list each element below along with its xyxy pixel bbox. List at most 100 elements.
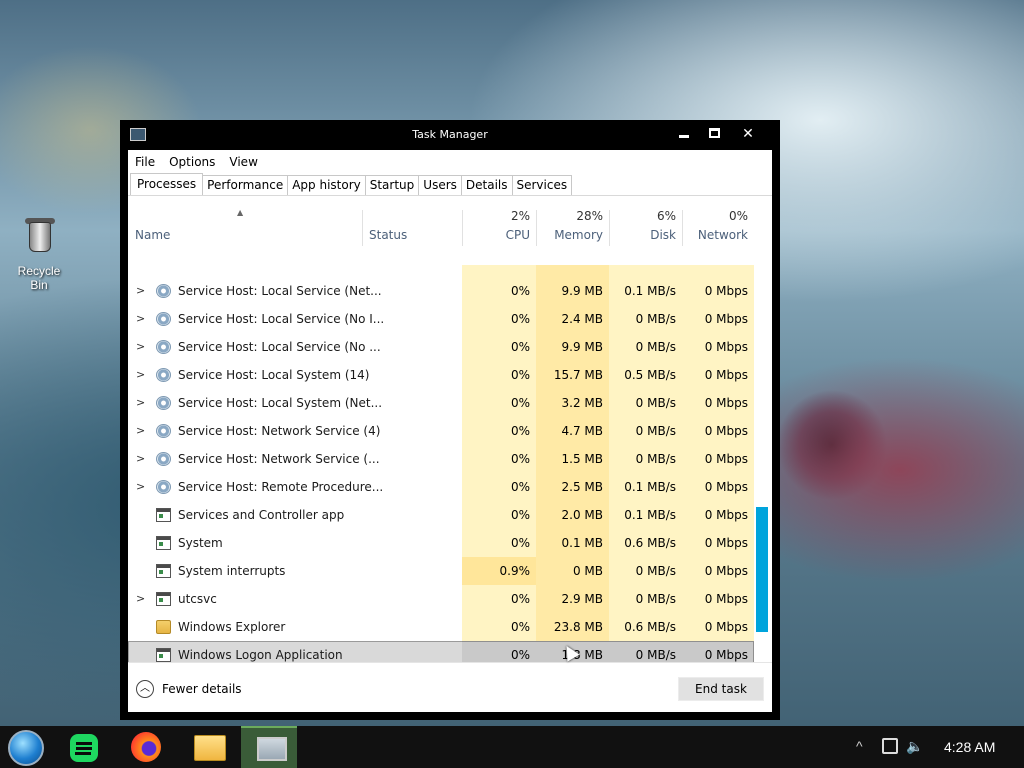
- network-cell: 0 Mbps: [682, 417, 754, 445]
- close-button[interactable]: ✕: [736, 124, 760, 144]
- spotify-icon[interactable]: [70, 734, 98, 762]
- network-cell: 0 Mbps: [682, 361, 754, 389]
- process-row[interactable]: Services and Controller app 0% 2.0 MB 0.1 M…: [128, 501, 754, 529]
- file-explorer-icon[interactable]: [194, 735, 226, 761]
- expand-chevron-icon[interactable]: >: [136, 473, 145, 501]
- network-cell: 0 Mbps: [682, 529, 754, 557]
- network-cell: 0 Mbps: [682, 333, 754, 361]
- expand-chevron-icon[interactable]: >: [136, 305, 145, 333]
- network-total-percent: 0%: [728, 209, 748, 223]
- cpu-column-label: CPU: [505, 228, 530, 242]
- memory-column-header[interactable]: 28% Memory: [536, 206, 609, 246]
- menu-options[interactable]: Options: [169, 155, 215, 169]
- gear-icon: [156, 368, 171, 382]
- disk-cell: 0.1 MB/s: [609, 473, 682, 501]
- start-button[interactable]: [8, 730, 44, 766]
- process-row[interactable]: > Service Host: Local Service (Net... 0% 9.…: [128, 277, 754, 305]
- process-row[interactable]: > Service Host: Local Service (No ... 0% 9.…: [128, 333, 754, 361]
- close-icon: ✕: [742, 126, 754, 142]
- status-column-header[interactable]: Status: [362, 206, 462, 246]
- gear-icon: [156, 340, 171, 354]
- process-name: Services and Controller app: [178, 508, 345, 522]
- process-name: Service Host: Local System (14): [178, 368, 370, 382]
- disk-cell: 0 MB/s: [609, 557, 682, 585]
- process-name: System interrupts: [178, 564, 286, 578]
- cpu-cell: 0%: [462, 361, 536, 389]
- tab-services[interactable]: Services: [511, 175, 573, 195]
- cpu-column-header[interactable]: 2% CPU: [462, 206, 536, 246]
- network-cell: 0 Mbps: [682, 557, 754, 585]
- name-column-header[interactable]: ▲ Name: [128, 206, 362, 246]
- tab-strip: Processes Performance App history Startu…: [128, 173, 772, 196]
- expand-chevron-icon[interactable]: >: [136, 417, 145, 445]
- minimize-button[interactable]: [672, 124, 696, 144]
- cpu-cell: 0%: [462, 277, 536, 305]
- menu-file[interactable]: File: [135, 155, 155, 169]
- cpu-cell: 0%: [462, 613, 536, 641]
- firefox-icon[interactable]: [131, 732, 161, 762]
- gear-icon: [156, 424, 171, 438]
- clock[interactable]: 4:28 AM: [944, 739, 1000, 755]
- process-row[interactable]: > Service Host: Network Service (... 0% 1.5…: [128, 445, 754, 473]
- cpu-cell: 0%: [462, 305, 536, 333]
- maximize-button[interactable]: [702, 124, 726, 144]
- chevron-up-tray-icon[interactable]: ^: [856, 738, 870, 754]
- expand-chevron-icon[interactable]: >: [136, 389, 145, 417]
- taskbar-task-manager[interactable]: [241, 726, 297, 768]
- cpu-cell: 0%: [462, 585, 536, 613]
- vertical-scrollbar[interactable]: [754, 257, 772, 709]
- menu-bar: File Options View: [128, 150, 772, 174]
- tab-performance[interactable]: Performance: [202, 175, 289, 195]
- disk-column-header[interactable]: 6% Disk: [609, 206, 682, 246]
- process-name: System: [178, 536, 223, 550]
- title-bar[interactable]: Task Manager ✕: [120, 120, 780, 150]
- cpu-cell: 0%: [462, 417, 536, 445]
- recycle-bin-shortcut[interactable]: Recycle Bin: [8, 216, 70, 292]
- network-cell: 0 Mbps: [682, 501, 754, 529]
- tab-startup[interactable]: Startup: [364, 175, 420, 195]
- process-name: Service Host: Network Service (4): [178, 424, 381, 438]
- network-cell: 0 Mbps: [682, 585, 754, 613]
- process-row[interactable]: System 0% 0.1 MB 0.6 MB/s 0 Mbps: [128, 529, 754, 557]
- tab-users[interactable]: Users: [418, 175, 462, 195]
- scrollbar-thumb[interactable]: [756, 507, 768, 632]
- disk-cell: 0.1 MB/s: [609, 277, 682, 305]
- process-row[interactable]: > Service Host: Network Service (4) 0% 4.7 …: [128, 417, 754, 445]
- process-row[interactable]: Windows Explorer 0% 23.8 MB 0.6 MB/s 0 Mbps: [128, 613, 754, 641]
- memory-cell: 9.9 MB: [536, 333, 609, 361]
- chevron-up-icon: ︿: [136, 680, 154, 698]
- process-name: utcsvc: [178, 592, 217, 606]
- menu-view[interactable]: View: [229, 155, 257, 169]
- gear-icon: [156, 284, 171, 298]
- tab-processes[interactable]: Processes: [130, 173, 204, 195]
- disk-cell: 0 MB/s: [609, 417, 682, 445]
- tab-app-history[interactable]: App history: [287, 175, 366, 195]
- cpu-total-percent: 2%: [510, 209, 530, 223]
- expand-chevron-icon[interactable]: >: [136, 361, 145, 389]
- expand-chevron-icon[interactable]: >: [136, 277, 145, 305]
- volume-icon[interactable]: 🔈: [906, 738, 923, 755]
- memory-cell: 0 MB: [536, 557, 609, 585]
- expand-chevron-icon[interactable]: >: [136, 445, 145, 473]
- fewer-details-button[interactable]: ︿ Fewer details: [136, 680, 242, 698]
- process-row[interactable]: > Service Host: Remote Procedure... 0% 2.5 …: [128, 473, 754, 501]
- memory-cell: 3.2 MB: [536, 389, 609, 417]
- network-cell: 0 Mbps: [682, 389, 754, 417]
- network-icon[interactable]: [882, 738, 898, 754]
- memory-cell: 1.5 MB: [536, 445, 609, 473]
- disk-cell: 0 MB/s: [609, 445, 682, 473]
- expand-chevron-icon[interactable]: >: [136, 585, 145, 613]
- network-column-header[interactable]: 0% Network: [682, 206, 754, 246]
- recycle-bin-icon: [21, 216, 57, 256]
- expand-chevron-icon[interactable]: >: [136, 333, 145, 361]
- process-row[interactable]: > Service Host: Local Service (No I... 0% 2…: [128, 305, 754, 333]
- memory-cell: 2.9 MB: [536, 585, 609, 613]
- end-task-button[interactable]: End task: [678, 677, 764, 701]
- process-row[interactable]: > utcsvc 0% 2.9 MB 0 MB/s 0 Mbps: [128, 585, 754, 613]
- tab-details[interactable]: Details: [460, 175, 513, 195]
- process-row[interactable]: > Service Host: Local System (14) 0% 15.7 M…: [128, 361, 754, 389]
- disk-cell: 0.6 MB/s: [609, 529, 682, 557]
- process-row[interactable]: System interrupts 0.9% 0 MB 0 MB/s 0 Mbps: [128, 557, 754, 585]
- process-row[interactable]: > Service Host: Local System (Net... 0% 3.2…: [128, 389, 754, 417]
- disk-cell: 0 MB/s: [609, 305, 682, 333]
